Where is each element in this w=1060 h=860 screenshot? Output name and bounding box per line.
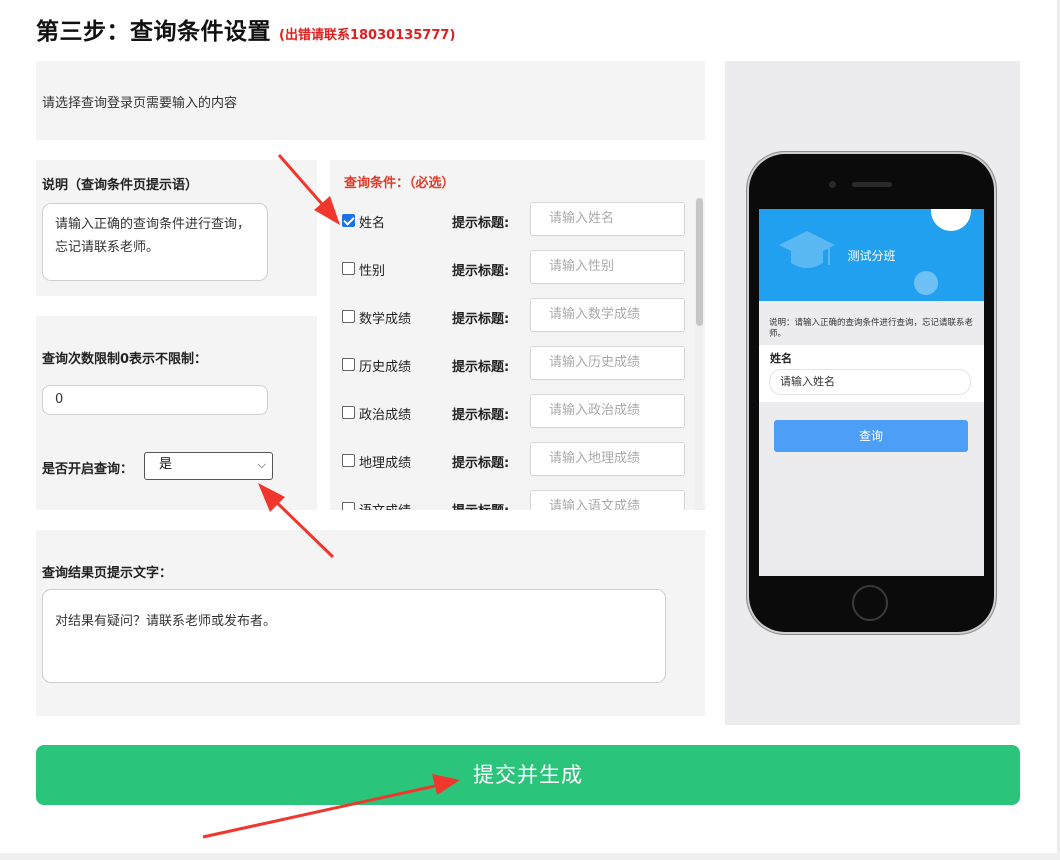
condition-label-politics: 政治成绩 xyxy=(359,408,412,423)
preview-field-label: 姓名 xyxy=(770,352,792,365)
hint-input-politics[interactable]: 请输入政治成绩 xyxy=(530,394,685,428)
phone-home-button xyxy=(852,585,888,621)
preview-field-input[interactable]: 请输入姓名 xyxy=(769,369,971,395)
condition-checkbox-history[interactable] xyxy=(342,358,355,371)
condition-row-history: 历史成绩 提示标题: 请输入历史成绩 xyxy=(330,346,690,384)
error-contact-note: (出错请联系18030135777) xyxy=(279,28,456,43)
preview-form: 姓名 请输入姓名 xyxy=(759,345,984,402)
enable-query-label: 是否开启查询： xyxy=(42,462,134,477)
result-panel: 查询结果页提示文字： 对结果有疑问？请联系老师或发布者。 xyxy=(36,530,705,716)
condition-row-gender: 性别 提示标题: 请输入性别 xyxy=(330,250,690,288)
hint-label: 提示标题: xyxy=(452,360,510,375)
conditions-title: 查询条件：（必选） xyxy=(344,176,455,191)
page-bottom-edge xyxy=(0,853,1060,860)
conditions-scrollbar-thumb[interactable] xyxy=(696,198,703,326)
phone-side-button xyxy=(994,241,997,275)
hint-input-geography[interactable]: 请输入地理成绩 xyxy=(530,442,685,476)
condition-label-geography: 地理成绩 xyxy=(359,456,412,471)
hint-label: 提示标题: xyxy=(452,500,509,510)
condition-label-history: 历史成绩 xyxy=(359,360,412,375)
enable-query-selected-value: 是 xyxy=(159,457,173,472)
hint-label: 提示标题: xyxy=(452,312,510,327)
chevron-down-icon: ⌵ xyxy=(257,458,266,471)
condition-checkbox-name[interactable] xyxy=(342,214,355,227)
phone-preview-panel: 测试分班 说明：请输入正确的查询条件进行查询，忘记请联系老师。 姓名 请输入姓名… xyxy=(725,61,1020,725)
intro-text: 请选择查询登录页需要输入的内容 xyxy=(42,96,238,111)
condition-row-politics: 政治成绩 提示标题: 请输入政治成绩 xyxy=(330,394,690,432)
phone-camera-icon xyxy=(829,181,836,188)
hint-label: 提示标题: xyxy=(452,408,510,423)
phone-speaker-icon xyxy=(852,182,892,187)
phone-screen: 测试分班 说明：请输入正确的查询条件进行查询，忘记请联系老师。 姓名 请输入姓名… xyxy=(759,209,984,576)
hint-label: 提示标题: xyxy=(452,456,510,471)
preview-header: 测试分班 xyxy=(759,209,984,301)
hint-input-name[interactable]: 请输入姓名 xyxy=(530,202,685,236)
condition-label-chinese: 语文成绩 xyxy=(359,500,411,510)
condition-row-geography: 地理成绩 提示标题: 请输入地理成绩 xyxy=(330,442,690,480)
hint-label: 提示标题: xyxy=(452,264,510,279)
result-label: 查询结果页提示文字： xyxy=(42,566,173,581)
result-textarea[interactable]: 对结果有疑问？请联系老师或发布者。 xyxy=(42,589,666,683)
condition-row-math: 数学成绩 提示标题: 请输入数学成绩 xyxy=(330,298,690,336)
condition-row-name: 姓名 提示标题: 请输入姓名 xyxy=(330,202,690,240)
description-panel: 说明（查询条件页提示语） 请输入正确的查询条件进行查询，忘记请联系老师。 xyxy=(36,160,317,296)
hint-label: 提示标题: xyxy=(452,216,510,231)
intro-panel: 请选择查询登录页需要输入的内容 xyxy=(36,61,705,140)
condition-checkbox-math[interactable] xyxy=(342,310,355,323)
decorative-bubble xyxy=(931,209,971,231)
phone-frame: 测试分班 说明：请输入正确的查询条件进行查询，忘记请联系老师。 姓名 请输入姓名… xyxy=(749,154,994,632)
description-label: 说明（查询条件页提示语） xyxy=(42,178,199,193)
query-limit-label: 查询次数限制0表示不限制： xyxy=(42,352,208,367)
condition-checkbox-chinese[interactable] xyxy=(342,502,355,510)
conditions-panel: 查询条件：（必选） 姓名 提示标题: 请输入姓名 性别 提示标题: 请输入性别 … xyxy=(330,160,705,510)
query-limit-panel: 查询次数限制0表示不限制： 0 是否开启查询： 是 ⌵ xyxy=(36,316,317,510)
submit-generate-button[interactable]: 提交并生成 xyxy=(36,745,1020,805)
condition-label-gender: 性别 xyxy=(359,264,386,279)
condition-label-name: 姓名 xyxy=(359,216,386,231)
preview-description: 说明：请输入正确的查询条件进行查询，忘记请联系老师。 xyxy=(769,318,974,339)
page-title: 第三步：查询条件设置 xyxy=(36,19,271,45)
hint-input-gender[interactable]: 请输入性别 xyxy=(530,250,685,284)
enable-query-select[interactable]: 是 ⌵ xyxy=(144,452,273,480)
preview-title: 测试分班 xyxy=(847,249,896,263)
condition-checkbox-geography[interactable] xyxy=(342,454,355,467)
condition-label-math: 数学成绩 xyxy=(359,312,412,327)
query-limit-input[interactable]: 0 xyxy=(42,385,268,415)
condition-row-chinese: 语文成绩 提示标题: 请输入语文成绩 xyxy=(330,490,690,510)
title-row: 第三步：查询条件设置 (出错请联系18030135777) xyxy=(36,12,456,45)
preview-query-button[interactable]: 查询 xyxy=(774,420,968,452)
hint-input-history[interactable]: 请输入历史成绩 xyxy=(530,346,685,380)
condition-checkbox-politics[interactable] xyxy=(342,406,355,419)
hint-input-chinese[interactable]: 请输入语文成绩 xyxy=(530,490,685,510)
description-textarea[interactable]: 请输入正确的查询条件进行查询，忘记请联系老师。 xyxy=(42,203,268,281)
hint-input-math[interactable]: 请输入数学成绩 xyxy=(530,298,685,332)
decorative-bubble xyxy=(914,271,938,295)
condition-checkbox-gender[interactable] xyxy=(342,262,355,275)
